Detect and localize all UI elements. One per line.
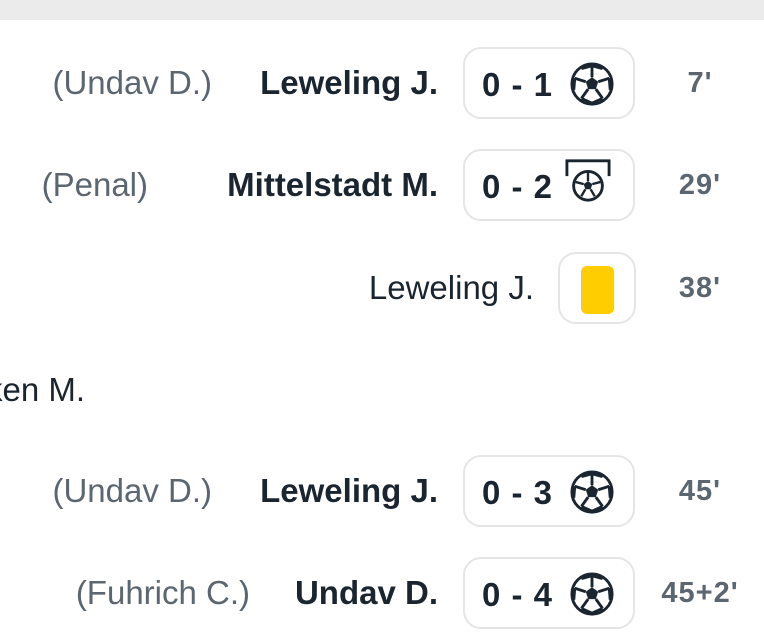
yellow-card-icon — [581, 266, 614, 314]
penalty-goal-icon — [565, 157, 611, 203]
soccer-ball-icon — [569, 469, 615, 515]
score-badge: 0 - 4 — [463, 557, 635, 629]
event-row[interactable]: Leweling J. 38' — [0, 248, 764, 328]
player-name[interactable]: Mittelstadt M. — [148, 145, 438, 225]
event-minute: 38' — [678, 272, 722, 304]
score: 0 - 2 — [482, 168, 554, 205]
score: 0 - 3 — [482, 474, 554, 511]
soccer-ball-icon — [569, 61, 615, 107]
event-row[interactable]: (Undav D.) Leweling J. 0 - 1 7' — [0, 43, 764, 123]
card-badge — [558, 252, 636, 324]
event-row[interactable]: (Penal) Mittelstadt M. 0 - 2 29' — [0, 145, 764, 225]
assist-name: (Penal) — [41, 166, 148, 203]
player-name[interactable]: Leweling J. — [300, 248, 534, 328]
event-row[interactable]: ken M. — [0, 350, 764, 430]
event-minute: 7' — [687, 67, 713, 99]
event-minute: 45+2' — [661, 577, 739, 609]
player-name[interactable]: Undav D. — [250, 553, 438, 633]
event-row[interactable]: (Undav D.) Leweling J. 0 - 3 45' — [0, 451, 764, 531]
player-name[interactable]: Leweling J. — [212, 451, 438, 531]
score-badge: 0 - 1 — [463, 47, 635, 119]
event-minute: 45' — [678, 475, 722, 507]
score: 0 - 4 — [482, 576, 554, 613]
assist-name: (Fuhrich C.) — [75, 574, 250, 611]
player-name[interactable]: Leweling J. — [212, 43, 438, 123]
assist-name: (Undav D.) — [52, 472, 212, 509]
score: 0 - 1 — [482, 66, 554, 103]
top-bar — [0, 0, 764, 20]
event-row[interactable]: (Fuhrich C.) Undav D. 0 - 4 45+2' — [0, 553, 764, 633]
event-minute: 29' — [678, 169, 722, 201]
player-name[interactable]: ken M. — [0, 350, 85, 430]
assist-name: (Undav D.) — [52, 64, 212, 101]
score-badge: 0 - 3 — [463, 455, 635, 527]
score-badge: 0 - 2 — [463, 149, 635, 221]
soccer-ball-icon — [569, 571, 615, 617]
